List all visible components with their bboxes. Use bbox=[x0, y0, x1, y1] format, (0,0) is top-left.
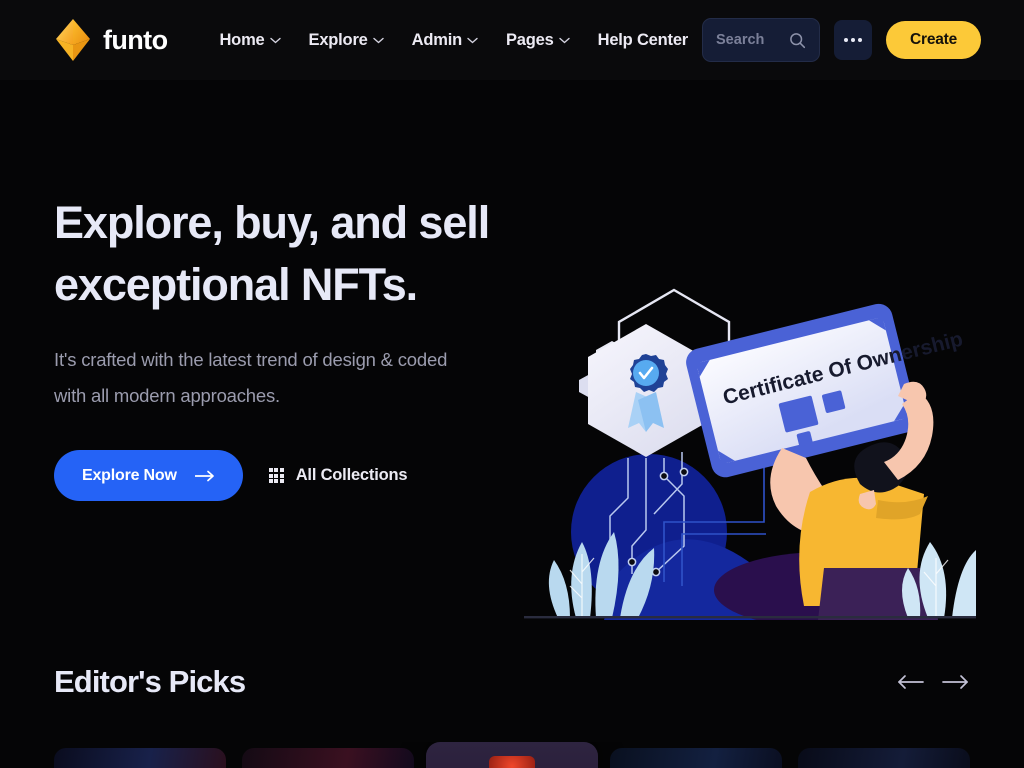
search-icon[interactable] bbox=[789, 32, 806, 49]
header-actions: Search Create bbox=[702, 18, 982, 62]
search-input[interactable]: Search bbox=[702, 18, 821, 62]
hero-title: Explore, buy, and sell exceptional NFTs. bbox=[54, 192, 574, 316]
hero-section: Explore, buy, and sell exceptional NFTs.… bbox=[0, 80, 1024, 640]
nav-item-admin[interactable]: Admin bbox=[398, 23, 492, 58]
arrow-right-icon bbox=[194, 470, 214, 481]
nav-item-explore[interactable]: Explore bbox=[295, 23, 398, 58]
diamond-logo-icon bbox=[56, 19, 90, 61]
explore-now-button[interactable]: Explore Now bbox=[54, 450, 243, 501]
top-navigation-bar: funto Home Explore Admin Pages Help Cent… bbox=[0, 0, 1024, 80]
nav-item-home[interactable]: Home bbox=[205, 23, 294, 58]
pick-card-4[interactable] bbox=[610, 748, 782, 768]
page-title: Editor's Picks bbox=[54, 664, 246, 699]
pick-card-2[interactable] bbox=[242, 748, 414, 768]
nft-certificate-illustration: Certificate Of Ownership bbox=[524, 288, 976, 620]
search-placeholder: Search bbox=[716, 32, 765, 48]
all-collections-label: All Collections bbox=[295, 466, 408, 484]
picks-card-row bbox=[54, 742, 970, 768]
create-button[interactable]: Create bbox=[886, 21, 982, 59]
more-options-button[interactable] bbox=[834, 20, 873, 60]
explore-now-label: Explore Now bbox=[82, 466, 177, 484]
ellipsis-icon bbox=[844, 38, 849, 42]
nav-item-help-center[interactable]: Help Center bbox=[584, 23, 702, 58]
chevron-down-icon bbox=[372, 37, 384, 43]
grid-icon bbox=[268, 468, 284, 483]
hero-subtitle: It's crafted with the latest trend of de… bbox=[54, 349, 448, 406]
nav-label: Admin bbox=[411, 30, 463, 49]
chevron-down-icon bbox=[269, 37, 281, 43]
hero-title-line-1: Explore, buy, and sell bbox=[54, 197, 490, 248]
nav-label: Home bbox=[219, 30, 265, 49]
nav-label: Explore bbox=[308, 30, 368, 49]
main-nav: Home Explore Admin Pages Help Center bbox=[205, 23, 702, 58]
ellipsis-icon bbox=[851, 38, 856, 42]
all-collections-link[interactable]: All Collections bbox=[268, 466, 408, 485]
pick-card-3[interactable] bbox=[426, 742, 598, 768]
editors-picks-section: Editor's Picks bbox=[0, 664, 1024, 768]
hero-title-line-2: exceptional NFTs. bbox=[54, 259, 418, 310]
arrow-right-icon[interactable] bbox=[942, 674, 970, 690]
brand-logo[interactable]: funto bbox=[54, 17, 168, 63]
nav-label: Pages bbox=[505, 30, 554, 49]
chevron-down-icon bbox=[467, 37, 478, 43]
pick-card-5[interactable] bbox=[798, 748, 970, 768]
nav-label: Help Center bbox=[597, 30, 689, 49]
nav-item-pages[interactable]: Pages bbox=[492, 23, 584, 58]
arrow-left-icon[interactable] bbox=[896, 674, 924, 690]
ellipsis-icon bbox=[858, 38, 863, 42]
chevron-down-icon bbox=[558, 37, 570, 43]
section-header: Editor's Picks bbox=[54, 664, 970, 700]
pick-card-1[interactable] bbox=[54, 748, 226, 768]
brand-name: funto bbox=[103, 24, 168, 55]
carousel-controls bbox=[896, 674, 970, 690]
